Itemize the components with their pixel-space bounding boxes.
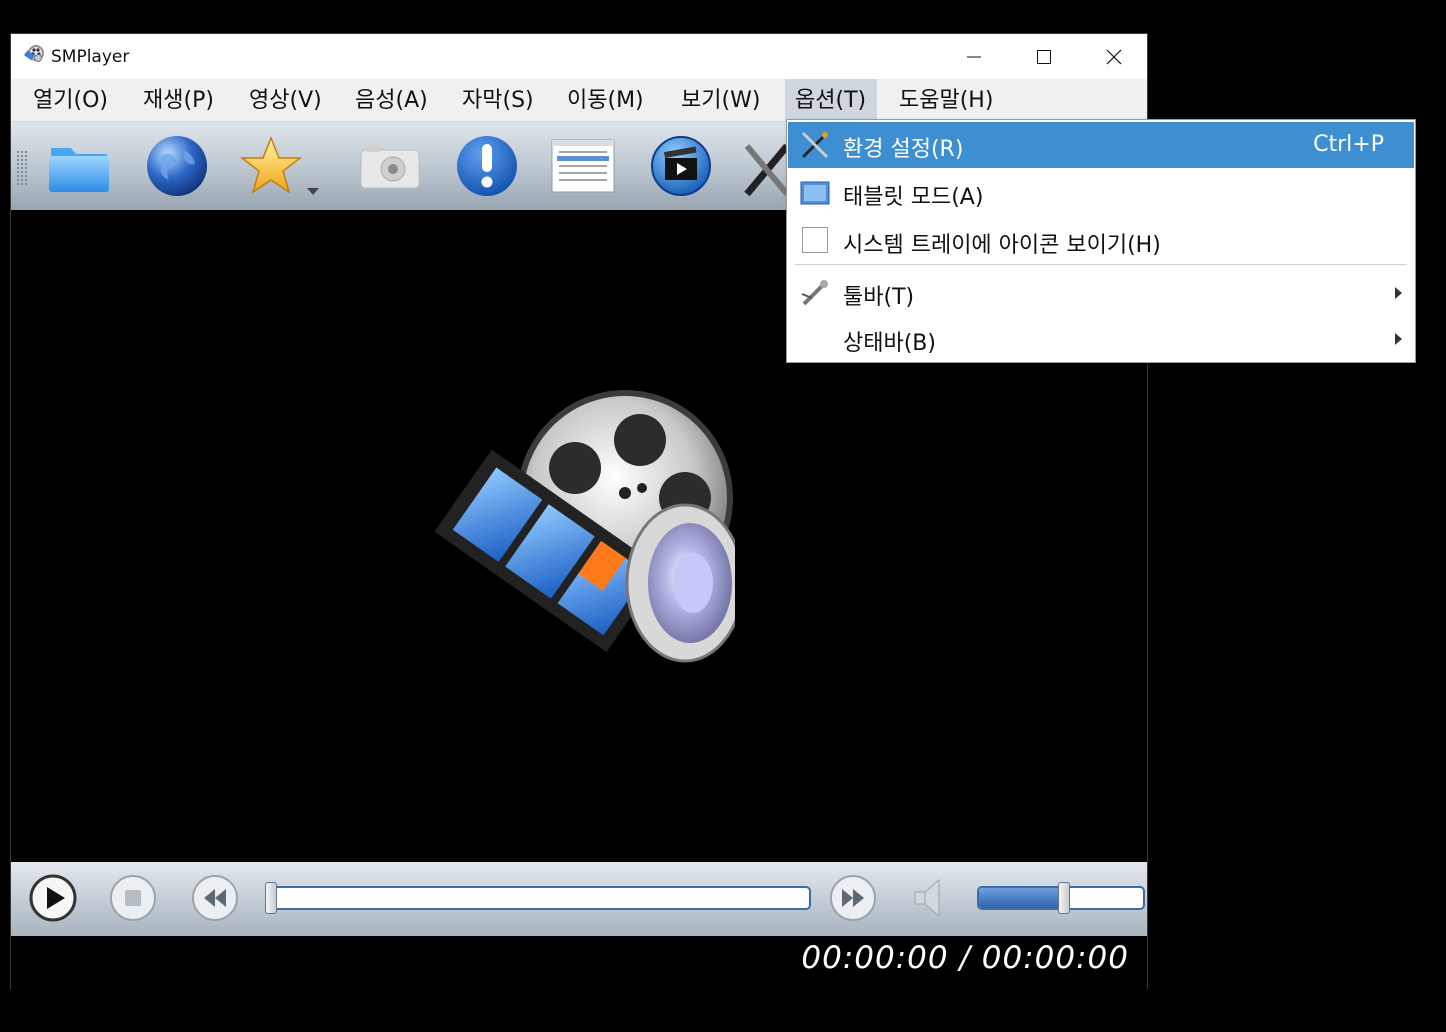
menu-item-tablet-mode[interactable]: 태블릿 모드(A) (788, 170, 1414, 216)
video-clapper-icon[interactable] (647, 132, 715, 200)
favorites-star-icon[interactable] (237, 132, 325, 200)
playlist-icon[interactable] (549, 132, 617, 200)
volume-slider-fill (979, 888, 1065, 908)
maximize-button[interactable] (1009, 34, 1079, 79)
screenshot-camera-icon[interactable] (355, 132, 423, 200)
volume-slider[interactable] (977, 882, 1145, 914)
menu-item-shortcut: Ctrl+P (1313, 132, 1384, 157)
toolbar-icon (801, 280, 828, 306)
submenu-arrow-icon (1395, 287, 1402, 299)
menu-item-label: 태블릿 모드(A) (843, 185, 984, 210)
globe-icon[interactable] (143, 132, 211, 200)
menu-open[interactable]: 열기(O) (23, 79, 118, 121)
info-icon[interactable] (453, 132, 521, 200)
menu-video[interactable]: 영상(V) (239, 79, 332, 121)
stop-button[interactable] (109, 874, 157, 922)
menu-item-preferences[interactable]: 환경 설정(R) Ctrl+P (788, 122, 1414, 168)
seek-slider-handle[interactable] (265, 882, 277, 914)
menu-bar: 열기(O) 재생(P) 영상(V) 음성(A) 자막(S) 이동(M) 보기(W… (11, 79, 1147, 122)
toolbar-grip[interactable] (16, 150, 28, 186)
menu-item-label: 툴바(T) (843, 285, 915, 310)
menu-audio[interactable]: 음성(A) (345, 79, 438, 121)
minimize-button[interactable] (939, 34, 1009, 79)
open-folder-icon[interactable] (45, 132, 113, 200)
options-dropdown-menu: 환경 설정(R) Ctrl+P 태블릿 모드(A) 시스템 트레이에 아이콘 보… (786, 119, 1416, 363)
status-bar: 00:00:00 / 00:00:00 (11, 936, 1147, 990)
checkbox-icon[interactable] (802, 227, 828, 253)
seek-slider[interactable] (265, 882, 811, 914)
menu-browse[interactable]: 이동(M) (557, 79, 654, 121)
close-icon (1106, 49, 1122, 64)
maximize-icon (1037, 49, 1051, 64)
close-button[interactable] (1079, 34, 1149, 79)
smplayer-logo-icon (435, 390, 735, 663)
volume-slider-handle[interactable] (1058, 882, 1071, 914)
rewind-button[interactable] (191, 874, 239, 922)
menu-view[interactable]: 보기(W) (671, 79, 770, 121)
menu-item-statusbar[interactable]: 상태바(B) (788, 316, 1414, 362)
preferences-icon (801, 131, 829, 159)
control-bar (11, 862, 1147, 936)
minimize-icon (967, 56, 981, 57)
menu-item-label: 상태바(B) (843, 331, 936, 356)
menu-separator (795, 264, 1407, 265)
mute-speaker-icon[interactable] (909, 874, 957, 922)
menu-item-label: 환경 설정(R) (843, 137, 964, 162)
submenu-arrow-icon (1395, 333, 1402, 345)
window-title: SMPlayer (51, 47, 130, 67)
tablet-mode-icon (800, 181, 830, 205)
menu-play[interactable]: 재생(P) (133, 79, 224, 121)
menu-options[interactable]: 옵션(T) (785, 79, 877, 121)
forward-button[interactable] (829, 874, 877, 922)
menu-help[interactable]: 도움말(H) (889, 79, 1003, 121)
menu-item-show-tray-icon[interactable]: 시스템 트레이에 아이콘 보이기(H) (788, 218, 1414, 264)
preferences-tools-icon[interactable] (741, 132, 787, 200)
menu-item-label: 시스템 트레이에 아이콘 보이기(H) (843, 233, 1161, 258)
title-bar: SMPlayer (11, 34, 1147, 79)
play-button[interactable] (29, 874, 77, 922)
menu-item-toolbars[interactable]: 툴바(T) (788, 270, 1414, 316)
smplayer-logo-icon (24, 45, 44, 62)
time-display: 00:00:00 / 00:00:00 (801, 940, 1129, 976)
menu-subtitles[interactable]: 자막(S) (452, 79, 544, 121)
